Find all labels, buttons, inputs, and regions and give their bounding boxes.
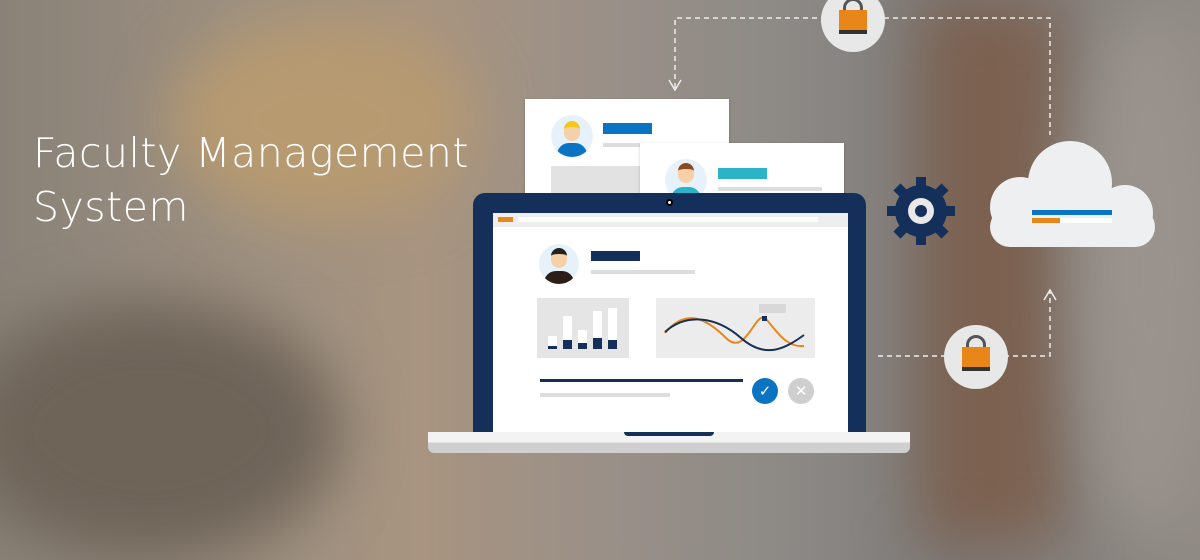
user-avatar (539, 244, 579, 284)
check-icon[interactable]: ✓ (752, 378, 778, 404)
laptop-screen: ✓ ✕ (493, 213, 848, 435)
laptop-base (428, 432, 910, 453)
laptop: ✓ ✕ (473, 193, 866, 443)
user-avatar (551, 115, 593, 157)
bar-chart (537, 298, 629, 358)
close-icon[interactable]: ✕ (788, 378, 814, 404)
cloud-icon (990, 141, 1155, 247)
camera-icon (666, 199, 673, 206)
gear-icon (887, 177, 955, 245)
line-chart (656, 298, 815, 358)
lock-icon (944, 325, 1008, 389)
